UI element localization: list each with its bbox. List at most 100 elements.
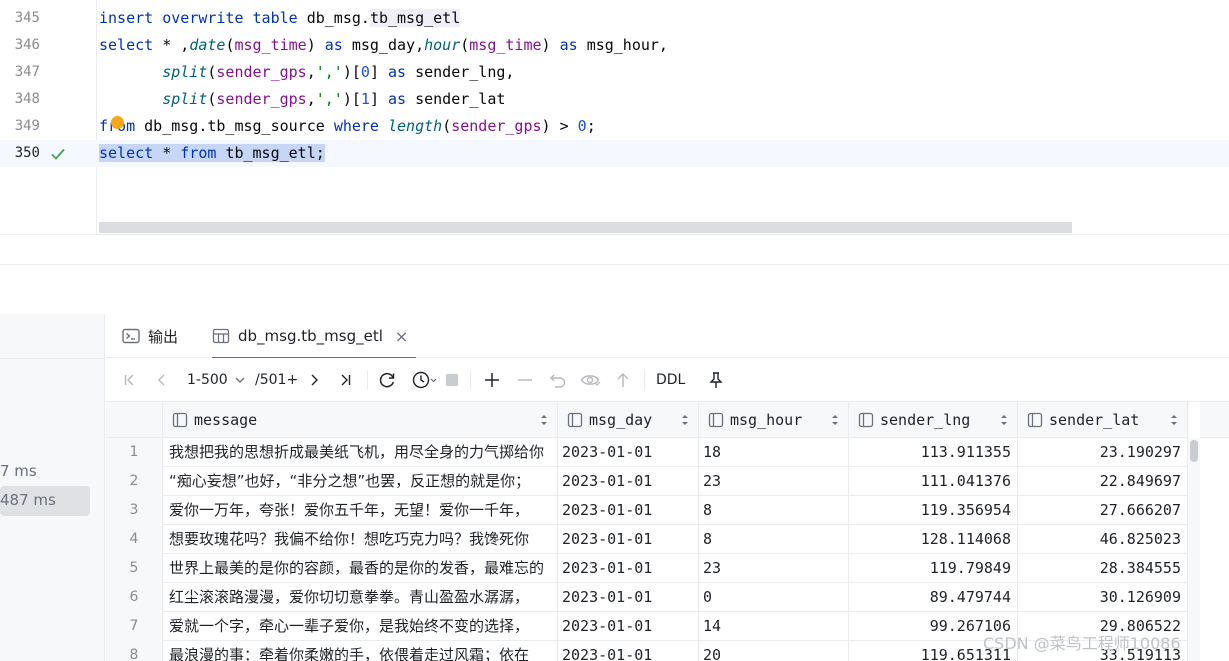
result-grid[interactable]: message msg_day msg_hour sender_lng send…: [106, 402, 1229, 661]
column-header-msg-day[interactable]: msg_day: [558, 402, 699, 438]
cell-sender-lat[interactable]: 23.190297: [1018, 438, 1188, 467]
code-line[interactable]: 347 split(sender_gps,',')[0] as sender_l…: [0, 59, 1229, 86]
cell-message[interactable]: “痴心妄想”也好，“非分之想”也罢，反正想的就是你；: [163, 467, 558, 496]
cell-msg-day[interactable]: 2023-01-01: [558, 438, 699, 467]
column-header-sender-lng[interactable]: sender_lng: [849, 402, 1018, 438]
table-row[interactable]: 5 世界上最美的是你的容颜，最香的是你的发香，最难忘的 2023-01-01 23 11…: [106, 554, 1189, 583]
cell-sender-lng[interactable]: 89.479744: [849, 583, 1018, 612]
submit-icon[interactable]: [615, 370, 631, 390]
line-number[interactable]: 350: [0, 140, 40, 167]
cell-msg-hour[interactable]: 23: [699, 467, 849, 496]
revert-icon[interactable]: [549, 370, 567, 390]
line-number[interactable]: 346: [0, 32, 40, 59]
cell-msg-hour[interactable]: 0: [699, 583, 849, 612]
cell-msg-hour[interactable]: 20: [699, 641, 849, 661]
cell-msg-hour[interactable]: 8: [699, 496, 849, 525]
table-row[interactable]: 6 红尘滚滚路漫漫，爱你切切意拳拳。青山盈盈水潺潺， 2023-01-01 0 89.4…: [106, 583, 1189, 612]
grid-vertical-scrollbar[interactable]: [1188, 438, 1200, 661]
grid-scrollbar-thumb[interactable]: [1190, 440, 1198, 462]
cell-message[interactable]: 想要玫瑰花吗？我偏不给你！想吃巧克力吗？我馋死你: [163, 525, 558, 554]
row-number[interactable]: 8: [106, 641, 163, 661]
row-number[interactable]: 5: [106, 554, 163, 583]
cell-sender-lat[interactable]: 27.666207: [1018, 496, 1188, 525]
history-icon[interactable]: [411, 370, 437, 390]
cell-sender-lng[interactable]: 128.114068: [849, 525, 1018, 554]
row-number-header[interactable]: [106, 402, 163, 438]
row-number[interactable]: 6: [106, 583, 163, 612]
code-text[interactable]: select * ,date(msg_time) as msg_day,hour…: [99, 32, 668, 59]
cell-msg-day[interactable]: 2023-01-01: [558, 525, 699, 554]
table-row[interactable]: 2 “痴心妄想”也好，“非分之想”也罢，反正想的就是你； 2023-01-01 23 1…: [106, 467, 1189, 496]
cell-msg-day[interactable]: 2023-01-01: [558, 554, 699, 583]
stop-icon[interactable]: [444, 370, 460, 390]
code-line[interactable]: 349 from db_msg.tb_msg_source where lengt…: [0, 113, 1229, 140]
add-row-icon[interactable]: [483, 370, 501, 390]
line-number[interactable]: 347: [0, 59, 40, 86]
row-number[interactable]: 3: [106, 496, 163, 525]
tab-result-table[interactable]: db_msg.tb_msg_etl ×: [212, 314, 417, 359]
code-text[interactable]: from db_msg.tb_msg_source where length(s…: [99, 113, 596, 140]
cell-message[interactable]: 爱就一个字，牵心一辈子爱你，是我始终不变的选择，: [163, 612, 558, 641]
column-header-message[interactable]: message: [163, 402, 558, 438]
sort-icon[interactable]: [830, 413, 840, 427]
line-number[interactable]: 349: [0, 113, 40, 140]
tab-output[interactable]: 输出: [122, 314, 178, 358]
row-number[interactable]: 2: [106, 467, 163, 496]
cell-msg-hour[interactable]: 18: [699, 438, 849, 467]
previous-page-icon[interactable]: [154, 370, 170, 390]
sort-icon[interactable]: [999, 413, 1009, 427]
cell-msg-hour[interactable]: 23: [699, 554, 849, 583]
cell-sender-lat[interactable]: 22.849697: [1018, 467, 1188, 496]
column-header-sender-lat[interactable]: sender_lat: [1018, 402, 1188, 438]
cell-sender-lng[interactable]: 113.911355: [849, 438, 1018, 467]
cell-sender-lat[interactable]: 30.126909: [1018, 583, 1188, 612]
row-number[interactable]: 7: [106, 612, 163, 641]
sort-icon[interactable]: [1169, 413, 1179, 427]
cell-msg-day[interactable]: 2023-01-01: [558, 467, 699, 496]
cell-msg-day[interactable]: 2023-01-01: [558, 612, 699, 641]
cell-message[interactable]: 红尘滚滚路漫漫，爱你切切意拳拳。青山盈盈水潺潺，: [163, 583, 558, 612]
row-number[interactable]: 4: [106, 525, 163, 554]
row-number[interactable]: 1: [106, 438, 163, 467]
cell-message[interactable]: 爱你一万年，夸张！爱你五千年，无望！爱你一千年，: [163, 496, 558, 525]
code-line[interactable]: 345 insert overwrite table db_msg.tb_msg_…: [0, 5, 1229, 32]
cell-msg-hour[interactable]: 8: [699, 525, 849, 554]
line-number[interactable]: 345: [0, 5, 40, 32]
first-page-icon[interactable]: [122, 370, 138, 390]
cell-sender-lng[interactable]: 119.356954: [849, 496, 1018, 525]
code-line[interactable]: 350 select * from tb_msg_etl;: [0, 140, 1229, 167]
cell-message[interactable]: 世界上最美的是你的容颜，最香的是你的发香，最难忘的: [163, 554, 558, 583]
sort-icon[interactable]: [539, 413, 549, 427]
sql-editor[interactable]: 345 insert overwrite table db_msg.tb_msg_…: [0, 0, 1229, 235]
cell-sender-lat[interactable]: 46.825023: [1018, 525, 1188, 554]
code-line[interactable]: 346 select * ,date(msg_time) as msg_day,h…: [0, 32, 1229, 59]
table-row[interactable]: 4 想要玫瑰花吗？我偏不给你！想吃巧克力吗？我馋死你 2023-01-01 8 128.…: [106, 525, 1189, 554]
cell-message[interactable]: 最浪漫的事：牵着你柔嫩的手，依偎着走过风霜；依在: [163, 641, 558, 661]
close-icon[interactable]: ×: [395, 327, 408, 346]
column-header-msg-hour[interactable]: msg_hour: [699, 402, 849, 438]
code-line[interactable]: 348 split(sender_gps,',')[1] as sender_l…: [0, 86, 1229, 113]
cell-sender-lng[interactable]: 111.041376: [849, 467, 1018, 496]
delete-row-icon[interactable]: [516, 370, 534, 390]
line-number[interactable]: 348: [0, 86, 40, 113]
cell-msg-day[interactable]: 2023-01-01: [558, 496, 699, 525]
intention-bulb-icon[interactable]: [111, 116, 124, 129]
code-text[interactable]: select * from tb_msg_etl;: [99, 140, 325, 167]
preview-changes-icon[interactable]: [580, 370, 602, 390]
table-row[interactable]: 3 爱你一万年，夸张！爱你五千年，无望！爱你一千年， 2023-01-01 8 119.…: [106, 496, 1189, 525]
ddl-button[interactable]: DDL: [656, 370, 685, 390]
pin-icon[interactable]: [708, 370, 724, 390]
cell-message[interactable]: 我想把我的思想折成最美纸飞机，用尽全身的力气掷给你: [163, 438, 558, 467]
code-text[interactable]: insert overwrite table db_msg.tb_msg_etl: [99, 5, 461, 32]
total-rows[interactable]: /501+: [255, 370, 298, 390]
cell-sender-lng[interactable]: 119.79849: [849, 554, 1018, 583]
timing-entry-selected[interactable]: 487 ms: [0, 486, 90, 516]
cell-msg-hour[interactable]: 14: [699, 612, 849, 641]
last-page-icon[interactable]: [337, 370, 353, 390]
editor-horizontal-scrollbar[interactable]: [99, 222, 1072, 233]
code-text[interactable]: split(sender_gps,',')[0] as sender_lng,: [99, 59, 514, 86]
cell-sender-lat[interactable]: 28.384555: [1018, 554, 1188, 583]
cell-msg-day[interactable]: 2023-01-01: [558, 583, 699, 612]
code-text[interactable]: split(sender_gps,',')[1] as sender_lat: [99, 86, 505, 113]
table-row[interactable]: 1 我想把我的思想折成最美纸飞机，用尽全身的力气掷给你 2023-01-01 18 11…: [106, 438, 1189, 467]
